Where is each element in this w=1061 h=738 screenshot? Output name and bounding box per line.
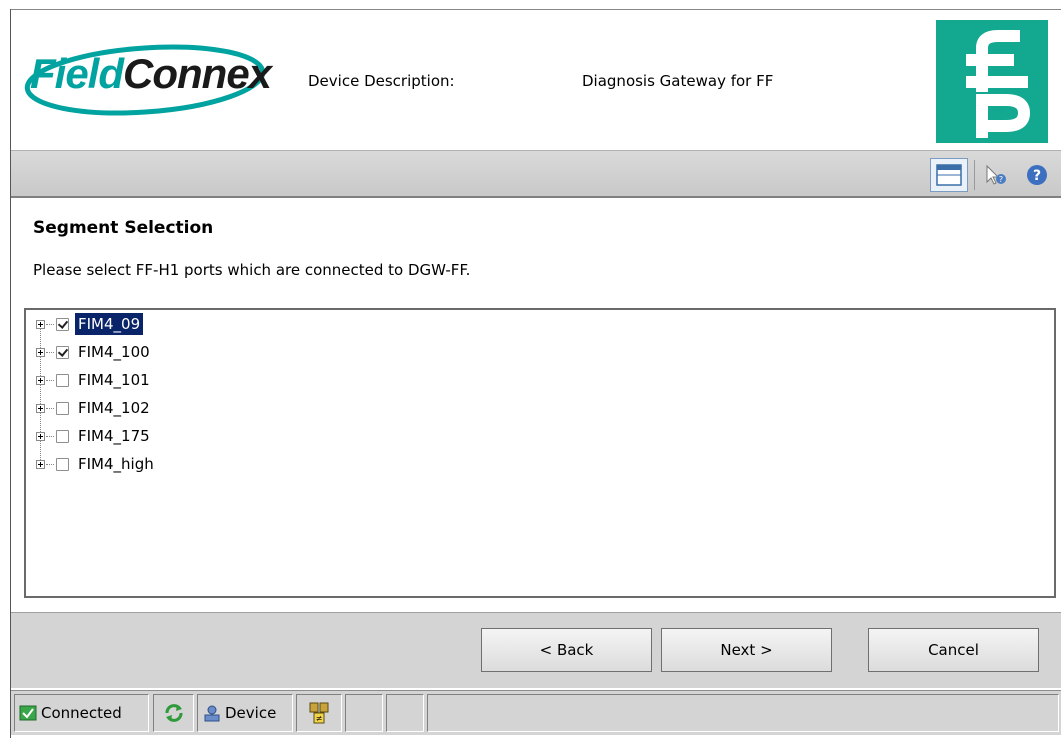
expand-plus-icon[interactable] [36,431,45,441]
pf-monogram-icon [966,30,1031,138]
mismatch-icon: ≠ [309,702,329,724]
logo-word-field: Field [30,50,124,97]
refresh-icon [165,704,182,722]
device-description-label: Device Description: [308,72,455,90]
segment-checkbox[interactable] [56,345,69,359]
status-panel-message [427,694,1059,732]
device-description-value: Diagnosis Gateway for FF [582,72,774,90]
device-icon [202,703,222,723]
segment-checkbox[interactable] [56,317,69,331]
segment-checkbox[interactable] [56,373,69,387]
tree-item[interactable]: FIM4_101 [36,368,153,392]
tree-connector [46,435,54,437]
back-button[interactable]: < Back [481,628,652,672]
window-view-button[interactable] [930,158,968,192]
status-panel-empty [345,694,383,732]
expand-plus-icon[interactable] [36,403,45,413]
segment-checkbox[interactable] [56,457,69,471]
pepperl-fuchs-logo-icon [936,20,1048,143]
segment-label[interactable]: FIM4_101 [75,369,153,391]
window-icon [936,164,962,186]
device-status[interactable]: Device [197,694,293,732]
tree-item[interactable]: FIM4_175 [36,424,153,448]
expand-plus-icon[interactable] [36,375,45,385]
segment-checkbox[interactable] [56,429,69,443]
tree-item[interactable]: FIM4_100 [36,340,153,364]
toolbar-separator [974,160,975,190]
segment-tree[interactable] [24,308,1056,598]
tree-connector [46,323,54,325]
svg-text:?: ? [1033,168,1041,184]
context-help-button[interactable]: ? [980,158,1010,192]
help-button[interactable]: ? [1020,158,1054,192]
segment-label[interactable]: FIM4_high [75,453,157,475]
expand-plus-icon[interactable] [36,347,45,357]
segment-label[interactable]: FIM4_102 [75,397,153,419]
segment-label[interactable]: FIM4_100 [75,341,153,363]
expand-plus-icon[interactable] [36,319,45,329]
tree-item[interactable]: FIM4_102 [36,396,153,420]
tree-connector [46,351,54,353]
svg-text:?: ? [999,175,1003,184]
status-extra-button[interactable]: ≠ [296,694,342,732]
cancel-button[interactable]: Cancel [868,628,1039,672]
connected-icon [18,703,38,723]
help-icon: ? [1027,165,1047,185]
refresh-button[interactable] [153,694,194,732]
tree-connector [46,379,54,381]
tree-connector [46,407,54,409]
tree-item[interactable]: FIM4_high [36,452,157,476]
fieldconnex-logo: FieldConnex [20,40,290,140]
page-title: Segment Selection [33,218,214,238]
next-button[interactable]: Next > [661,628,832,672]
segment-label[interactable]: FIM4_175 [75,425,153,447]
connection-status-label: Connected [41,704,122,722]
status-panel-empty [386,694,424,732]
segment-checkbox[interactable] [56,401,69,415]
toolbar [11,150,1061,198]
svg-text:≠: ≠ [316,714,323,723]
page-subtitle: Please select FF-H1 ports which are conn… [33,261,471,279]
segment-label[interactable]: FIM4_09 [75,313,144,335]
logo-wordmark: FieldConnex [30,50,272,98]
device-status-label: Device [225,704,277,722]
tree-item[interactable]: FIM4_09 [36,312,144,336]
logo-word-connex: Connex [123,50,272,97]
context-help-pointer-icon: ? [986,164,1006,185]
tree-connector [46,463,54,465]
expand-plus-icon[interactable] [36,459,45,469]
connection-status[interactable]: Connected [14,694,149,732]
